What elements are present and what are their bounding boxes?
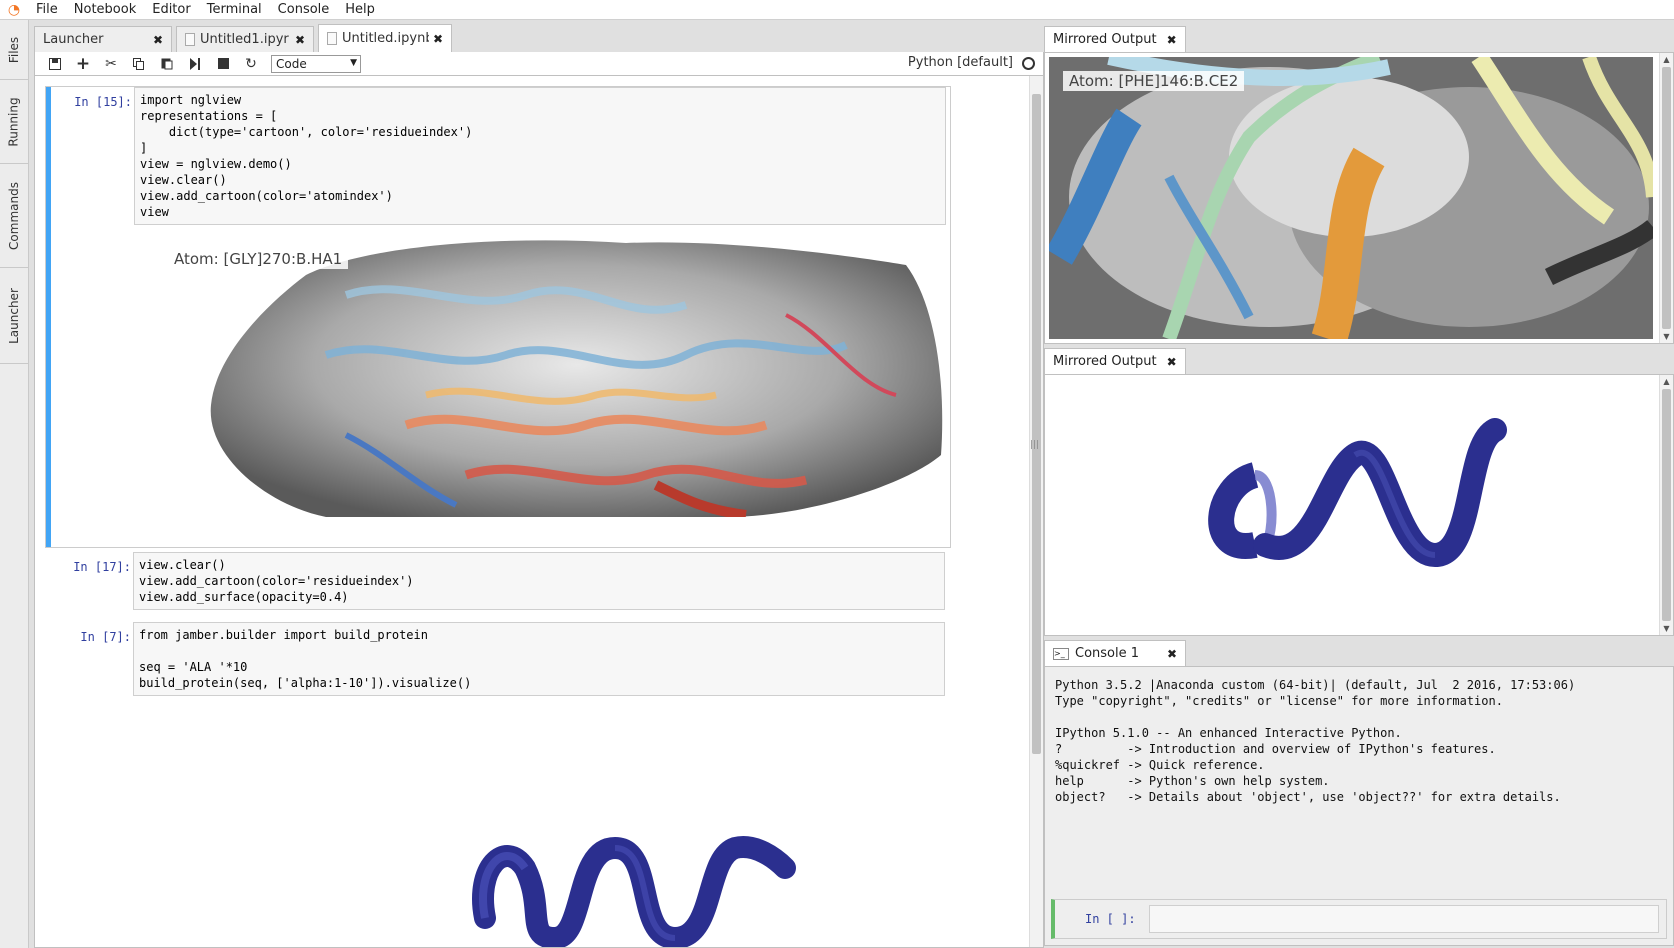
menubar: ◔ File Notebook Editor Terminal Console …: [0, 0, 1674, 20]
cell-type-select[interactable]: Code ▼: [271, 54, 361, 73]
helix-viewer[interactable]: [1195, 415, 1515, 575]
close-icon[interactable]: ✖: [1167, 647, 1177, 661]
tab-mirrored-output-1[interactable]: Mirrored Output ✖: [1044, 26, 1186, 52]
close-icon[interactable]: ✖: [295, 33, 305, 47]
cell-prompt: In [17]:: [73, 560, 131, 574]
menu-terminal[interactable]: Terminal: [199, 0, 270, 20]
close-icon[interactable]: ✖: [433, 32, 443, 46]
mirrored-output-body-1: Atom: [PHE]146:B.CE2 ▲ ▼: [1044, 52, 1674, 344]
molecule-viewer[interactable]: Atom: [GLY]270:B.HA1: [168, 235, 946, 520]
scrollbar-thumb[interactable]: [1662, 67, 1671, 329]
console-panel: >_ Console 1 ✖ Python 3.5.2 |Anaconda cu…: [1044, 640, 1674, 946]
cut-icon[interactable]: ✂: [97, 53, 125, 75]
code-cell[interactable]: In [7]: from jamber.builder import build…: [45, 622, 951, 696]
alpha-helix-render: [1208, 418, 1507, 568]
protein-closeup-render: [1049, 57, 1653, 339]
jupyter-logo-icon: ◔: [7, 1, 21, 18]
atom-hover-label: Atom: [GLY]270:B.HA1: [168, 249, 349, 269]
kernel-name[interactable]: Python [default]: [908, 55, 1013, 70]
notebook-toolbar: + ✂ ↻ Code ▼ Python [default]: [34, 52, 1044, 76]
tab-console-1[interactable]: >_ Console 1 ✖: [1044, 640, 1187, 666]
console-body: Python 3.5.2 |Anaconda custom (64-bit)| …: [1044, 666, 1674, 946]
mirrored-output-panel-1: Mirrored Output ✖ Atom: [PHE]146:B.CE2 ▲: [1044, 26, 1674, 344]
code-cell[interactable]: In [17]: view.clear() view.add_cartoon(c…: [45, 552, 951, 612]
save-icon[interactable]: [41, 53, 69, 75]
chevron-down-icon: ▼: [350, 57, 357, 68]
notebook-file-icon: [185, 33, 195, 46]
protein-surface-render: [210, 240, 943, 520]
close-icon[interactable]: ✖: [153, 33, 163, 47]
mirrored-output-body-2: ▲ ▼: [1044, 374, 1674, 636]
menu-help[interactable]: Help: [337, 0, 383, 20]
tab-mirrored-output-2[interactable]: Mirrored Output ✖: [1044, 348, 1186, 374]
restart-icon[interactable]: ↻: [237, 53, 265, 75]
helix-viewer[interactable]: [465, 828, 805, 947]
cell-prompt: In [15]:: [74, 95, 132, 109]
molecule-viewer[interactable]: Atom: [PHE]146:B.CE2: [1049, 57, 1653, 339]
console-banner: Python 3.5.2 |Anaconda custom (64-bit)| …: [1055, 678, 1576, 804]
scrollbar-thumb[interactable]: [1032, 94, 1041, 754]
left-sidebar: Files Running Commands Launcher: [0, 20, 29, 948]
scrollbar-thumb[interactable]: [1662, 389, 1671, 621]
kernel-status-icon: [1022, 57, 1035, 70]
menu-editor[interactable]: Editor: [144, 0, 198, 20]
console-input-field[interactable]: [1149, 905, 1659, 933]
mirrored-output-scrollbar-2[interactable]: ▲ ▼: [1659, 375, 1673, 635]
notebook-tabbar: Launcher ✖ Untitled1.ipyr ✖ Untitled.ipy…: [34, 24, 1044, 52]
tab-untitled1[interactable]: Untitled1.ipyr ✖: [176, 26, 314, 52]
menu-notebook[interactable]: Notebook: [66, 0, 144, 20]
panel-splitter[interactable]: |||: [1030, 440, 1039, 450]
cell-prompt: In [7]:: [80, 630, 131, 644]
sidebar-tab-files[interactable]: Files: [0, 20, 28, 80]
chevron-down-icon[interactable]: ▼: [1660, 622, 1673, 635]
paste-icon[interactable]: [153, 53, 181, 75]
console-input-cell[interactable]: In [ ]:: [1051, 899, 1667, 939]
code-cell[interactable]: In [15]: import nglview representations …: [45, 86, 951, 548]
notebook-scrollbar[interactable]: [1029, 76, 1043, 947]
add-cell-icon[interactable]: +: [69, 53, 97, 75]
mirrored-output-scrollbar-1[interactable]: ▲ ▼: [1659, 53, 1673, 343]
chevron-down-icon[interactable]: ▼: [1660, 330, 1673, 343]
chevron-up-icon[interactable]: ▲: [1660, 375, 1673, 388]
alpha-helix-render: [472, 836, 796, 947]
sidebar-tab-commands[interactable]: Commands: [0, 164, 28, 268]
notebook-content: In [15]: import nglview representations …: [34, 76, 1044, 948]
sidebar-tab-running[interactable]: Running: [0, 80, 28, 164]
close-icon[interactable]: ✖: [1167, 33, 1177, 47]
code-editor[interactable]: from jamber.builder import build_protein…: [133, 622, 945, 696]
chevron-up-icon[interactable]: ▲: [1660, 53, 1673, 66]
stop-icon[interactable]: [209, 53, 237, 75]
console-prompt: In [ ]:: [1085, 912, 1136, 926]
mirrored-output-panel-2: Mirrored Output ✖ ▲ ▼: [1044, 348, 1674, 636]
sidebar-tab-launcher[interactable]: Launcher: [0, 268, 28, 364]
console-icon: >_: [1053, 647, 1069, 660]
cell-selection-bar: [46, 87, 51, 547]
notebook-panel: Launcher ✖ Untitled1.ipyr ✖ Untitled.ipy…: [34, 24, 1044, 948]
code-editor[interactable]: import nglview representations = [ dict(…: [134, 87, 946, 225]
close-icon[interactable]: ✖: [1167, 355, 1177, 369]
run-icon[interactable]: [181, 53, 209, 75]
atom-hover-label: Atom: [PHE]146:B.CE2: [1063, 71, 1245, 91]
menu-console[interactable]: Console: [270, 0, 338, 20]
tab-launcher[interactable]: Launcher ✖: [34, 26, 172, 52]
copy-icon[interactable]: [125, 53, 153, 75]
code-editor[interactable]: view.clear() view.add_cartoon(color='res…: [133, 552, 945, 610]
menu-file[interactable]: File: [28, 0, 66, 20]
tab-untitled[interactable]: Untitled.ipynb ✖: [318, 24, 452, 52]
notebook-file-icon: [327, 32, 337, 45]
